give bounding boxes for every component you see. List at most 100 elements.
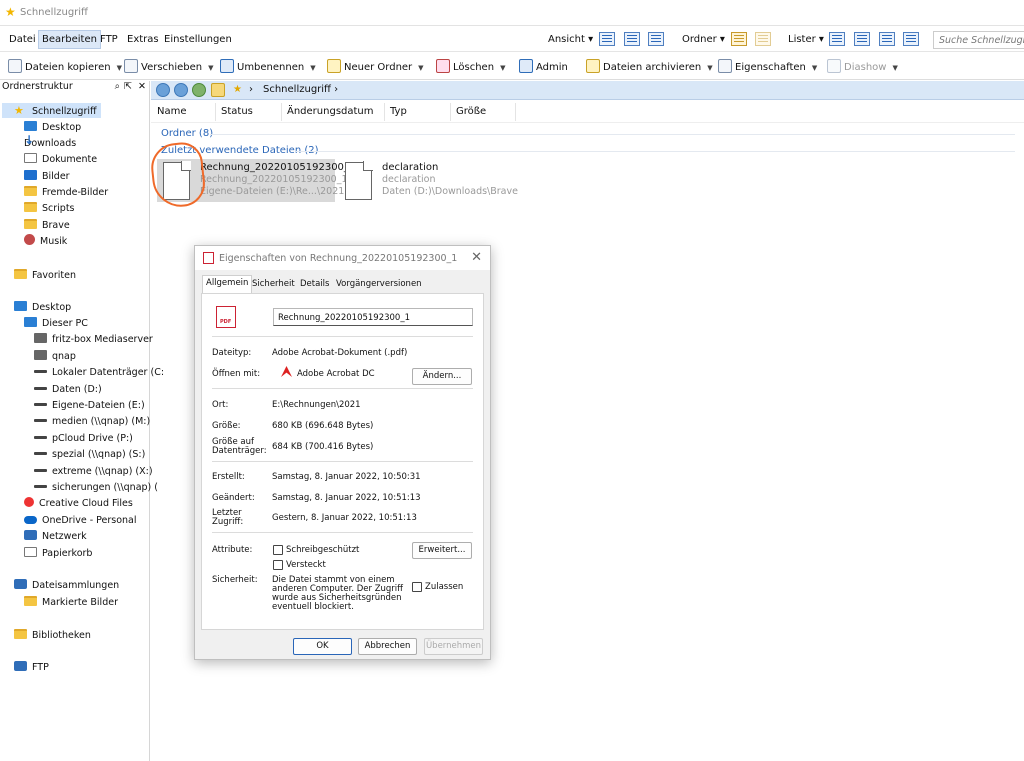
- tab-vorgaengerversionen[interactable]: Vorgängerversionen: [333, 277, 425, 293]
- view-list-icon[interactable]: [624, 32, 640, 46]
- properties-button[interactable]: Eigenschaften ▼: [718, 59, 817, 73]
- tree-item[interactable]: Desktop: [2, 300, 75, 315]
- menu-extras[interactable]: Extras: [124, 33, 162, 46]
- folder-view2-icon[interactable]: [755, 32, 771, 46]
- tree-item[interactable]: Favoriten: [2, 268, 80, 283]
- tree-item[interactable]: Musik: [12, 234, 71, 249]
- folder-view-icon[interactable]: [731, 32, 747, 46]
- tree-item[interactable]: ↓ Downloads: [12, 134, 80, 151]
- new-folder-icon: [327, 59, 341, 73]
- tree-item[interactable]: extreme (\\qnap) (X:): [22, 464, 157, 479]
- group-folders[interactable]: Ordner (8): [161, 128, 213, 139]
- breadcrumb[interactable]: Schnellzugriff ›: [263, 84, 338, 95]
- allow-checkbox[interactable]: [412, 582, 422, 592]
- tree-item[interactable]: spezial (\\qnap) (S:): [22, 447, 149, 462]
- slideshow-button[interactable]: Diashow ▼: [827, 59, 898, 73]
- tree-item[interactable]: OneDrive - Personal: [12, 513, 141, 528]
- ok-button[interactable]: OK: [293, 638, 352, 655]
- tree-item[interactable]: pCloud Drive (P:): [22, 431, 137, 446]
- tree-item[interactable]: Desktop: [12, 120, 85, 135]
- copy-files-button[interactable]: Dateien kopieren ▼: [8, 59, 122, 73]
- column-type[interactable]: Typ: [390, 106, 407, 117]
- pin-icon[interactable]: ⇱: [124, 81, 132, 92]
- tree-item[interactable]: Dokumente: [12, 152, 101, 167]
- tree-item[interactable]: Bibliotheken: [2, 628, 95, 643]
- cancel-button[interactable]: Abbrechen: [358, 638, 417, 655]
- column-date[interactable]: Änderungsdatum: [287, 106, 374, 117]
- tree-item[interactable]: Fremde-Bilder: [12, 185, 112, 200]
- tree-item[interactable]: Creative Cloud Files: [12, 496, 137, 511]
- back-icon[interactable]: [156, 83, 170, 97]
- acrobat-icon: [281, 366, 292, 377]
- file-name: declaration: [382, 162, 439, 173]
- column-name[interactable]: Name: [157, 106, 187, 117]
- apply-button[interactable]: Übernehmen: [424, 638, 483, 655]
- documents-icon: [24, 153, 37, 163]
- lister-single-icon[interactable]: [829, 32, 845, 46]
- allow-label: Zulassen: [425, 582, 464, 592]
- tree-item[interactable]: Netzwerk: [12, 529, 91, 544]
- lister-horizontal-icon[interactable]: [879, 32, 895, 46]
- rename-button[interactable]: Umbenennen ▼: [220, 59, 316, 73]
- view-tiles-icon[interactable]: [648, 32, 664, 46]
- menu-ftp[interactable]: FTP: [97, 33, 121, 46]
- forward-icon[interactable]: [174, 83, 188, 97]
- tree-item[interactable]: Scripts: [12, 201, 79, 216]
- tree-item[interactable]: Papierkorb: [12, 546, 96, 561]
- tree-item[interactable]: Bilder: [12, 169, 74, 184]
- tree-item[interactable]: medien (\\qnap) (M:): [22, 414, 154, 429]
- ordner-menu[interactable]: Ordner ▾: [679, 33, 728, 46]
- tree-item-label: Netzwerk: [42, 531, 87, 542]
- archive-button[interactable]: Dateien archivieren ▼: [586, 59, 713, 73]
- tree-item[interactable]: FTP: [2, 660, 53, 675]
- tree-item[interactable]: Lokaler Datenträger (C:: [22, 365, 168, 380]
- lister-preview-icon[interactable]: [903, 32, 919, 46]
- hidden-checkbox[interactable]: [273, 560, 283, 570]
- tree-item[interactable]: sicherungen (\\qnap) (: [22, 480, 162, 495]
- label-security: Sicherheit:: [212, 575, 258, 585]
- change-button[interactable]: Ändern...: [412, 368, 472, 385]
- up-icon[interactable]: [192, 83, 206, 97]
- tab-allgemein[interactable]: Allgemein: [202, 275, 253, 293]
- move-button[interactable]: Verschieben ▼: [124, 59, 214, 73]
- ansicht-menu[interactable]: Ansicht ▾: [545, 33, 596, 46]
- search-input[interactable]: Suche Schnellzugriff: [933, 31, 1024, 49]
- tree-item[interactable]: Eigene-Dateien (E:): [22, 398, 149, 413]
- file-item[interactable]: declaration declaration Daten (D:)\Downl…: [339, 159, 519, 202]
- delete-button[interactable]: Löschen ▼: [436, 59, 505, 73]
- network-drive-icon: [34, 469, 47, 472]
- close-icon[interactable]: ✕: [471, 250, 482, 265]
- pc-icon: [24, 317, 37, 327]
- search-icon[interactable]: ⌕: [115, 81, 120, 92]
- tab-details[interactable]: Details: [297, 277, 332, 293]
- advanced-button[interactable]: Erweitert...: [412, 542, 472, 559]
- lister-dual-icon[interactable]: [854, 32, 870, 46]
- tree-item[interactable]: Daten (D:): [22, 382, 106, 397]
- tree-item[interactable]: Markierte Bilder: [12, 595, 122, 610]
- filename-field[interactable]: Rechnung_20220105192300_1: [273, 308, 473, 326]
- close-icon[interactable]: ✕: [138, 81, 146, 92]
- tree-item[interactable]: ★ Schnellzugriff: [2, 103, 101, 118]
- tree-item[interactable]: qnap: [22, 349, 80, 364]
- file-subtitle: declaration: [382, 174, 436, 185]
- tree-item[interactable]: Dateisammlungen: [2, 578, 123, 593]
- file-location: Daten (D:)\Downloads\Brave: [382, 186, 518, 197]
- lister-menu[interactable]: Lister ▾: [785, 33, 827, 46]
- tree-item[interactable]: fritz-box Mediaserver: [22, 332, 157, 347]
- admin-button[interactable]: Admin: [519, 59, 568, 73]
- label-location: Ort:: [212, 400, 229, 410]
- menu-einstellungen[interactable]: Einstellungen: [161, 33, 235, 46]
- network-icon: [24, 530, 37, 540]
- favorite-icon[interactable]: [211, 83, 225, 97]
- new-folder-button[interactable]: Neuer Ordner ▼: [327, 59, 424, 73]
- column-status[interactable]: Status: [221, 106, 253, 117]
- tab-sicherheit[interactable]: Sicherheit: [249, 277, 298, 293]
- hidden-label: Versteckt: [286, 560, 326, 570]
- menu-bearbeiten[interactable]: Bearbeiten: [38, 30, 101, 49]
- tree-item[interactable]: Brave: [12, 218, 74, 233]
- column-size[interactable]: Größe: [456, 106, 486, 117]
- tree-item[interactable]: Dieser PC: [12, 316, 92, 331]
- view-details-icon[interactable]: [599, 32, 615, 46]
- readonly-checkbox[interactable]: [273, 545, 283, 555]
- menu-datei[interactable]: Datei: [6, 33, 39, 46]
